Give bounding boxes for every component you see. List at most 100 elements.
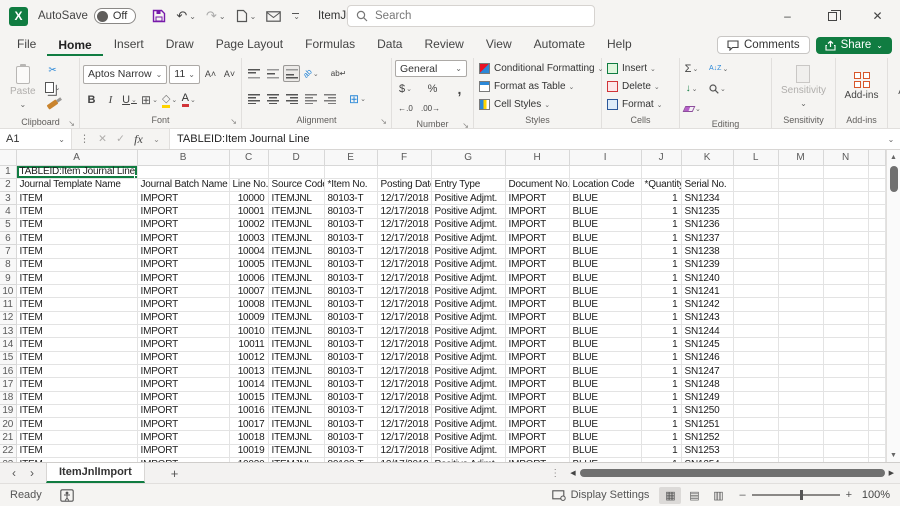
cell-C2[interactable]: Line No. <box>229 178 268 191</box>
cell-D5[interactable]: ITEMJNL <box>268 218 324 231</box>
row-header-20[interactable]: 20 <box>0 418 16 431</box>
namebox-drag-handle[interactable]: ⋮ <box>76 133 93 145</box>
cell-B7[interactable]: IMPORT <box>137 245 229 258</box>
fill-handle[interactable] <box>134 175 138 179</box>
cell-C18[interactable]: 10015 <box>229 391 268 404</box>
page-break-view-button[interactable]: ▥ <box>707 487 729 504</box>
redo-button[interactable]: ↷⌄ <box>202 5 230 27</box>
cell-I1[interactable] <box>569 165 641 178</box>
cell-I18[interactable]: BLUE <box>569 391 641 404</box>
cell-A22[interactable]: ITEM <box>16 444 137 457</box>
clear-button[interactable]: ⌄ <box>683 100 702 117</box>
font-name-select[interactable]: Aptos Narrow⌄ <box>83 65 167 84</box>
cell-N7[interactable] <box>823 245 868 258</box>
cell-C9[interactable]: 10006 <box>229 271 268 284</box>
wrap-text-button[interactable]: ab↵ <box>330 65 348 82</box>
document-history-button[interactable]: ⌄ <box>232 6 261 26</box>
cell-B19[interactable]: IMPORT <box>137 404 229 417</box>
cell-A5[interactable]: ITEM <box>16 218 137 231</box>
cell-M11[interactable] <box>778 298 823 311</box>
cell-L9[interactable] <box>733 271 778 284</box>
clipboard-dialog-launcher[interactable]: ↘ <box>68 117 75 131</box>
cell-H1[interactable] <box>505 165 569 178</box>
cell-D21[interactable]: ITEMJNL <box>268 431 324 444</box>
cell-D10[interactable]: ITEMJNL <box>268 285 324 298</box>
cell-B10[interactable]: IMPORT <box>137 285 229 298</box>
cell-N19[interactable] <box>823 404 868 417</box>
cell-E11[interactable]: 80103-T <box>324 298 377 311</box>
cell-J1[interactable] <box>641 165 681 178</box>
cell-G13[interactable]: Positive Adjmt. <box>431 325 505 338</box>
cell-L19[interactable] <box>733 404 778 417</box>
row-header-1[interactable]: 1 <box>0 165 16 178</box>
cell-G12[interactable]: Positive Adjmt. <box>431 311 505 324</box>
cell-E12[interactable]: 80103-T <box>324 311 377 324</box>
cell-H5[interactable]: IMPORT <box>505 218 569 231</box>
cell-N23[interactable] <box>823 458 868 462</box>
cell-D9[interactable]: ITEMJNL <box>268 271 324 284</box>
addins-button[interactable]: Add-ins <box>840 60 884 113</box>
column-header-H[interactable]: H <box>505 150 569 165</box>
cell-E17[interactable]: 80103-T <box>324 378 377 391</box>
close-button[interactable]: ✕ <box>855 0 900 32</box>
cell-D17[interactable]: ITEMJNL <box>268 378 324 391</box>
cell-C11[interactable]: 10008 <box>229 298 268 311</box>
cell-H4[interactable]: IMPORT <box>505 205 569 218</box>
cell-G3[interactable]: Positive Adjmt. <box>431 192 505 205</box>
cell-H15[interactable]: IMPORT <box>505 351 569 364</box>
cell-G11[interactable]: Positive Adjmt. <box>431 298 505 311</box>
accessibility-icon[interactable] <box>60 489 74 502</box>
cell-C12[interactable]: 10009 <box>229 311 268 324</box>
tab-help[interactable]: Help <box>596 34 643 56</box>
zoom-in-button[interactable]: + <box>846 489 852 501</box>
horizontal-scroll-thumb[interactable] <box>580 469 885 477</box>
cell-I7[interactable]: BLUE <box>569 245 641 258</box>
column-header-L[interactable]: L <box>733 150 778 165</box>
column-header-C[interactable]: C <box>229 150 268 165</box>
cell-L16[interactable] <box>733 364 778 377</box>
cell-L7[interactable] <box>733 245 778 258</box>
cell-A13[interactable]: ITEM <box>16 325 137 338</box>
cell-M17[interactable] <box>778 378 823 391</box>
row-header-16[interactable]: 16 <box>0 364 16 377</box>
accounting-format-button[interactable]: $⌄ <box>397 80 414 97</box>
scroll-right-arrow[interactable]: ▶ <box>889 469 894 477</box>
cell-K8[interactable]: SN1239 <box>681 258 733 271</box>
cell-G5[interactable]: Positive Adjmt. <box>431 218 505 231</box>
cell-B11[interactable]: IMPORT <box>137 298 229 311</box>
cell-H17[interactable]: IMPORT <box>505 378 569 391</box>
cell-E19[interactable]: 80103-T <box>324 404 377 417</box>
cell-C19[interactable]: 10016 <box>229 404 268 417</box>
cell-L8[interactable] <box>733 258 778 271</box>
expand-formula-bar-button[interactable]: ⌄ <box>882 129 900 149</box>
cell-H9[interactable]: IMPORT <box>505 271 569 284</box>
row-header-15[interactable]: 15 <box>0 351 16 364</box>
column-header-J[interactable]: J <box>641 150 681 165</box>
column-header-overflow[interactable] <box>868 150 886 165</box>
fill-color-button[interactable]: ◇⌄ <box>161 91 178 108</box>
cell-D6[interactable]: ITEMJNL <box>268 231 324 244</box>
cell-G14[interactable]: Positive Adjmt. <box>431 338 505 351</box>
cell-K11[interactable]: SN1242 <box>681 298 733 311</box>
cell-E10[interactable]: 80103-T <box>324 285 377 298</box>
cell-G10[interactable]: Positive Adjmt. <box>431 285 505 298</box>
cell-N11[interactable] <box>823 298 868 311</box>
cell-H16[interactable]: IMPORT <box>505 364 569 377</box>
next-sheet-button[interactable]: › <box>30 466 34 480</box>
cell-F12[interactable]: 12/17/2018 <box>377 311 431 324</box>
row-header-2[interactable]: 2 <box>0 178 16 191</box>
cell-M18[interactable] <box>778 391 823 404</box>
cell-G19[interactable]: Positive Adjmt. <box>431 404 505 417</box>
cell-I22[interactable]: BLUE <box>569 444 641 457</box>
cell-H21[interactable]: IMPORT <box>505 431 569 444</box>
cell-N14[interactable] <box>823 338 868 351</box>
zoom-slider-thumb[interactable] <box>800 490 804 500</box>
cell-F3[interactable]: 12/17/2018 <box>377 192 431 205</box>
cell-B17[interactable]: IMPORT <box>137 378 229 391</box>
cell-B15[interactable]: IMPORT <box>137 351 229 364</box>
cell-G20[interactable]: Positive Adjmt. <box>431 418 505 431</box>
cell-B21[interactable]: IMPORT <box>137 431 229 444</box>
cell-E7[interactable]: 80103-T <box>324 245 377 258</box>
cell-C8[interactable]: 10005 <box>229 258 268 271</box>
cell-I20[interactable]: BLUE <box>569 418 641 431</box>
